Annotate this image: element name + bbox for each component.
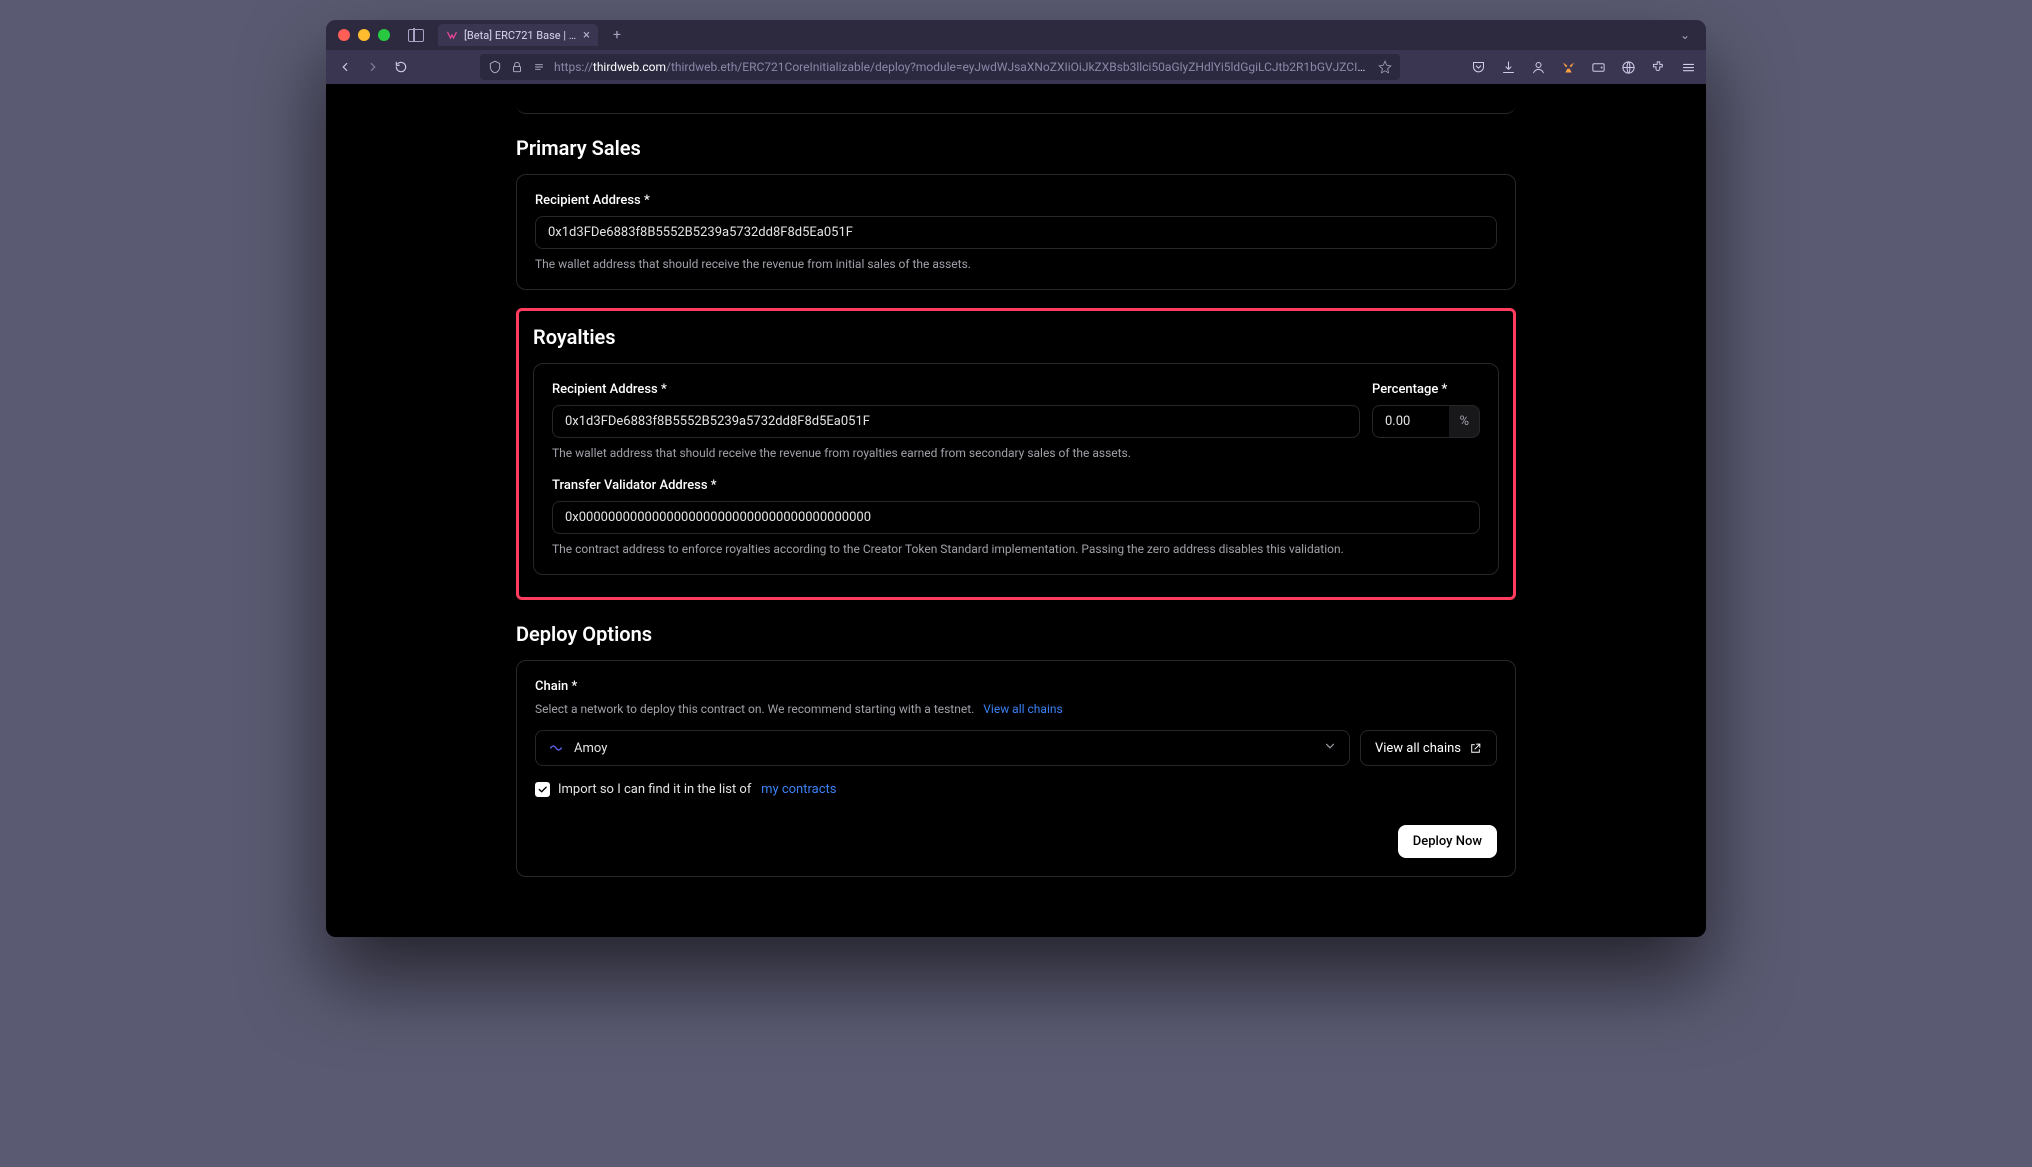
window-minimize-button[interactable] (358, 29, 370, 41)
chain-value: Amoy (574, 741, 1313, 756)
deploy-options-heading: Deploy Options (516, 622, 1516, 646)
bookmark-star-icon[interactable] (1378, 60, 1392, 74)
account-icon[interactable] (1530, 59, 1546, 75)
royalties-highlight-frame: Royalties Recipient Address * (516, 308, 1516, 600)
extension-metamask-icon[interactable] (1560, 59, 1576, 75)
chevron-down-icon (1323, 739, 1337, 757)
primary-sales-heading: Primary Sales (516, 136, 1516, 160)
nav-back-button[interactable] (336, 58, 354, 76)
chain-label: Chain * (535, 679, 1497, 694)
tab-favicon-icon (446, 29, 458, 41)
tab-title: [Beta] ERC721 Base | Published (464, 29, 577, 42)
tab-close-icon[interactable]: × (583, 29, 590, 42)
macos-traffic-lights (338, 29, 390, 41)
deploy-options-panel: Chain * Select a network to deploy this … (516, 660, 1516, 877)
extension-wallet-icon[interactable] (1590, 59, 1606, 75)
chain-description: Select a network to deploy this contract… (535, 702, 1497, 716)
window-close-button[interactable] (338, 29, 350, 41)
downloads-icon[interactable] (1500, 59, 1516, 75)
royalties-percentage-input[interactable] (1372, 405, 1449, 438)
percent-suffix: % (1449, 405, 1480, 438)
previous-panel-edge (516, 104, 1516, 114)
address-bar[interactable]: https://thirdweb.com/thirdweb.eth/ERC721… (480, 54, 1400, 80)
deploy-now-button[interactable]: Deploy Now (1398, 825, 1497, 858)
lock-icon (510, 60, 524, 74)
url-text: https://thirdweb.com/thirdweb.eth/ERC721… (554, 60, 1370, 74)
view-all-chains-button[interactable]: View all chains (1360, 730, 1497, 766)
shield-icon (488, 60, 502, 74)
validator-input[interactable] (552, 501, 1480, 534)
sidebar-toggle-icon[interactable] (408, 29, 424, 42)
my-contracts-link[interactable]: my contracts (761, 782, 836, 797)
hamburger-menu-icon[interactable] (1680, 59, 1696, 75)
extensions-icon[interactable] (1650, 59, 1666, 75)
import-checkbox[interactable] (535, 782, 550, 797)
browser-toolbar: https://thirdweb.com/thirdweb.eth/ERC721… (326, 50, 1706, 84)
royalties-percentage-label: Percentage * (1372, 382, 1480, 397)
new-tab-button[interactable]: + (606, 24, 628, 46)
royalties-heading: Royalties (519, 325, 1513, 349)
titlebar-chevron-down-icon[interactable]: ⌄ (1680, 28, 1690, 42)
window-titlebar: [Beta] ERC721 Base | Published × + ⌄ (326, 20, 1706, 50)
primary-recipient-label: Recipient Address * (535, 193, 1497, 208)
royalties-panel: Recipient Address * Percentage * (533, 363, 1499, 575)
page-content: Primary Sales Recipient Address * The wa… (326, 84, 1706, 937)
external-link-icon (1469, 742, 1482, 755)
validator-helper: The contract address to enforce royaltie… (552, 542, 1480, 556)
chain-amoy-icon (548, 740, 564, 756)
royalties-recipient-label: Recipient Address * (552, 382, 1360, 397)
validator-label: Transfer Validator Address * (552, 478, 1480, 493)
browser-tab[interactable]: [Beta] ERC721 Base | Published × (438, 24, 598, 46)
chain-select[interactable]: Amoy (535, 730, 1350, 766)
royalties-recipient-input[interactable] (552, 405, 1360, 438)
primary-recipient-helper: The wallet address that should receive t… (535, 257, 1497, 271)
window-maximize-button[interactable] (378, 29, 390, 41)
reload-button[interactable] (392, 58, 410, 76)
view-all-chains-link[interactable]: View all chains (983, 702, 1062, 716)
import-label-text: Import so I can find it in the list of m… (558, 782, 836, 797)
nav-forward-button[interactable] (364, 58, 382, 76)
pocket-icon[interactable] (1470, 59, 1486, 75)
primary-recipient-input[interactable] (535, 216, 1497, 249)
permissions-icon (532, 60, 546, 74)
extension-globe-icon[interactable] (1620, 59, 1636, 75)
royalties-recipient-helper: The wallet address that should receive t… (552, 446, 1480, 460)
primary-sales-panel: Recipient Address * The wallet address t… (516, 174, 1516, 290)
